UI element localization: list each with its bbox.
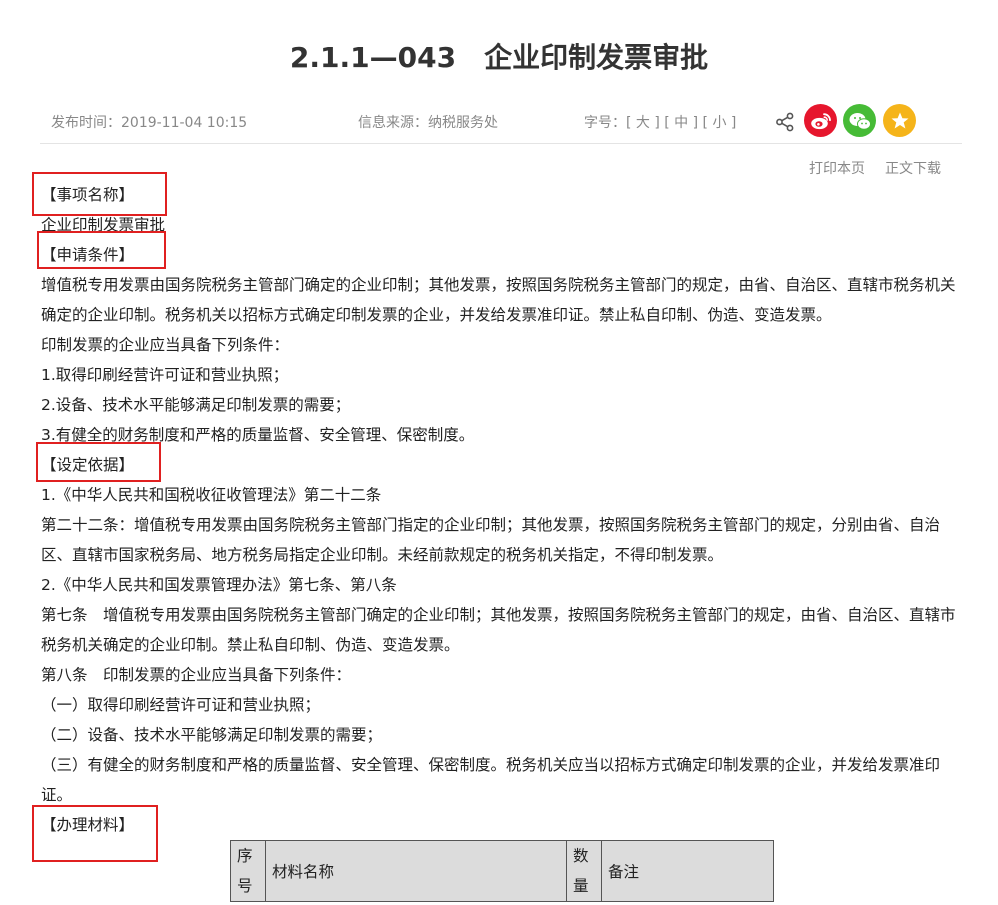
item-name-text: 企业印制发票审批 (41, 216, 166, 234)
wechat-icon[interactable] (843, 104, 876, 137)
table-header-note: 备注 (601, 840, 774, 902)
table-header-row: 序号 材料名称 数量 备注 (230, 840, 774, 902)
header-seq-line2: 号 (237, 877, 253, 895)
materials-table: 序号 材料名称 数量 备注 (230, 840, 774, 902)
conditions-list-item: 1.取得印刷经营许可证和营业执照； (41, 366, 289, 384)
info-source: 信息来源：纳税服务处 (358, 115, 498, 131)
weibo-icon[interactable] (804, 104, 837, 137)
basis-list-item: （一）取得印刷经营许可证和营业执照； (41, 696, 321, 714)
highlight-box-conditions (37, 231, 166, 269)
conditions-list-item: 3.有健全的财务制度和严格的质量监督、安全管理、保密制度。 (41, 426, 475, 444)
header-qty-line1: 数 (573, 847, 589, 865)
section-heading-basis: 【设定依据】 (41, 456, 135, 474)
publish-time: 发布时间：2019-11-04 10:15 (51, 115, 248, 131)
basis-list-item: （三）有健全的财务制度和严格的质量监督、安全管理、保密制度。税务机关应当以招标方… (41, 756, 941, 804)
favorite-star-icon[interactable] (883, 104, 916, 137)
table-header-name: 材料名称 (265, 840, 567, 902)
basis-paragraph: 1.《中华人民共和国税收征收管理法》第二十二条 (41, 486, 382, 504)
download-link[interactable]: 正文下载 (885, 158, 941, 178)
font-size-switcher[interactable]: 字号：[ 大 ] [ 中 ] [ 小 ] (584, 112, 736, 132)
basis-paragraph: 第七条 增值税专用发票由国务院税务主管部门确定的企业印制；其他发票，按照国务院税… (41, 606, 956, 654)
header-seq-line1: 序 (237, 847, 253, 865)
share-icon[interactable] (775, 112, 795, 132)
basis-paragraph: 第二十二条：增值税专用发票由国务院税务主管部门指定的企业印制；其他发票，按照国务… (41, 516, 941, 564)
basis-paragraph: 2.《中华人民共和国发票管理办法》第七条、第八条 (41, 576, 397, 594)
conditions-paragraph: 印制发票的企业应当具备下列条件： (41, 336, 290, 354)
conditions-paragraph: 增值税专用发票由国务院税务主管部门确定的企业印制；其他发票，按照国务院税务主管部… (41, 276, 956, 324)
basis-list-item: （二）设备、技术水平能够满足印制发票的需要； (41, 726, 383, 744)
page-title: 2.1.1—043 企业印制发票审批 (0, 36, 998, 76)
basis-paragraph: 第八条 印制发票的企业应当具备下列条件： (41, 666, 352, 684)
conditions-list-item: 2.设备、技术水平能够满足印制发票的需要； (41, 396, 351, 414)
article-body: 【事项名称】 企业印制发票审批 【申请条件】 增值税专用发票由国务院税务主管部门… (41, 180, 961, 840)
title-code: 2.1.1—043 (289, 41, 457, 74)
section-heading-materials: 【办理材料】 (41, 816, 135, 834)
title-name: 企业印制发票审批 (484, 41, 709, 74)
highlight-box-basis (36, 442, 161, 482)
header-qty-line2: 量 (573, 877, 589, 895)
section-heading-conditions: 【申请条件】 (41, 246, 135, 264)
print-link[interactable]: 打印本页 (809, 158, 865, 178)
highlight-box-item (32, 172, 167, 216)
highlight-box-materials (32, 805, 158, 862)
section-heading-item: 【事项名称】 (41, 186, 135, 204)
table-header-qty: 数量 (566, 840, 602, 902)
table-header-seq: 序号 (230, 840, 266, 902)
header-divider (40, 143, 962, 144)
